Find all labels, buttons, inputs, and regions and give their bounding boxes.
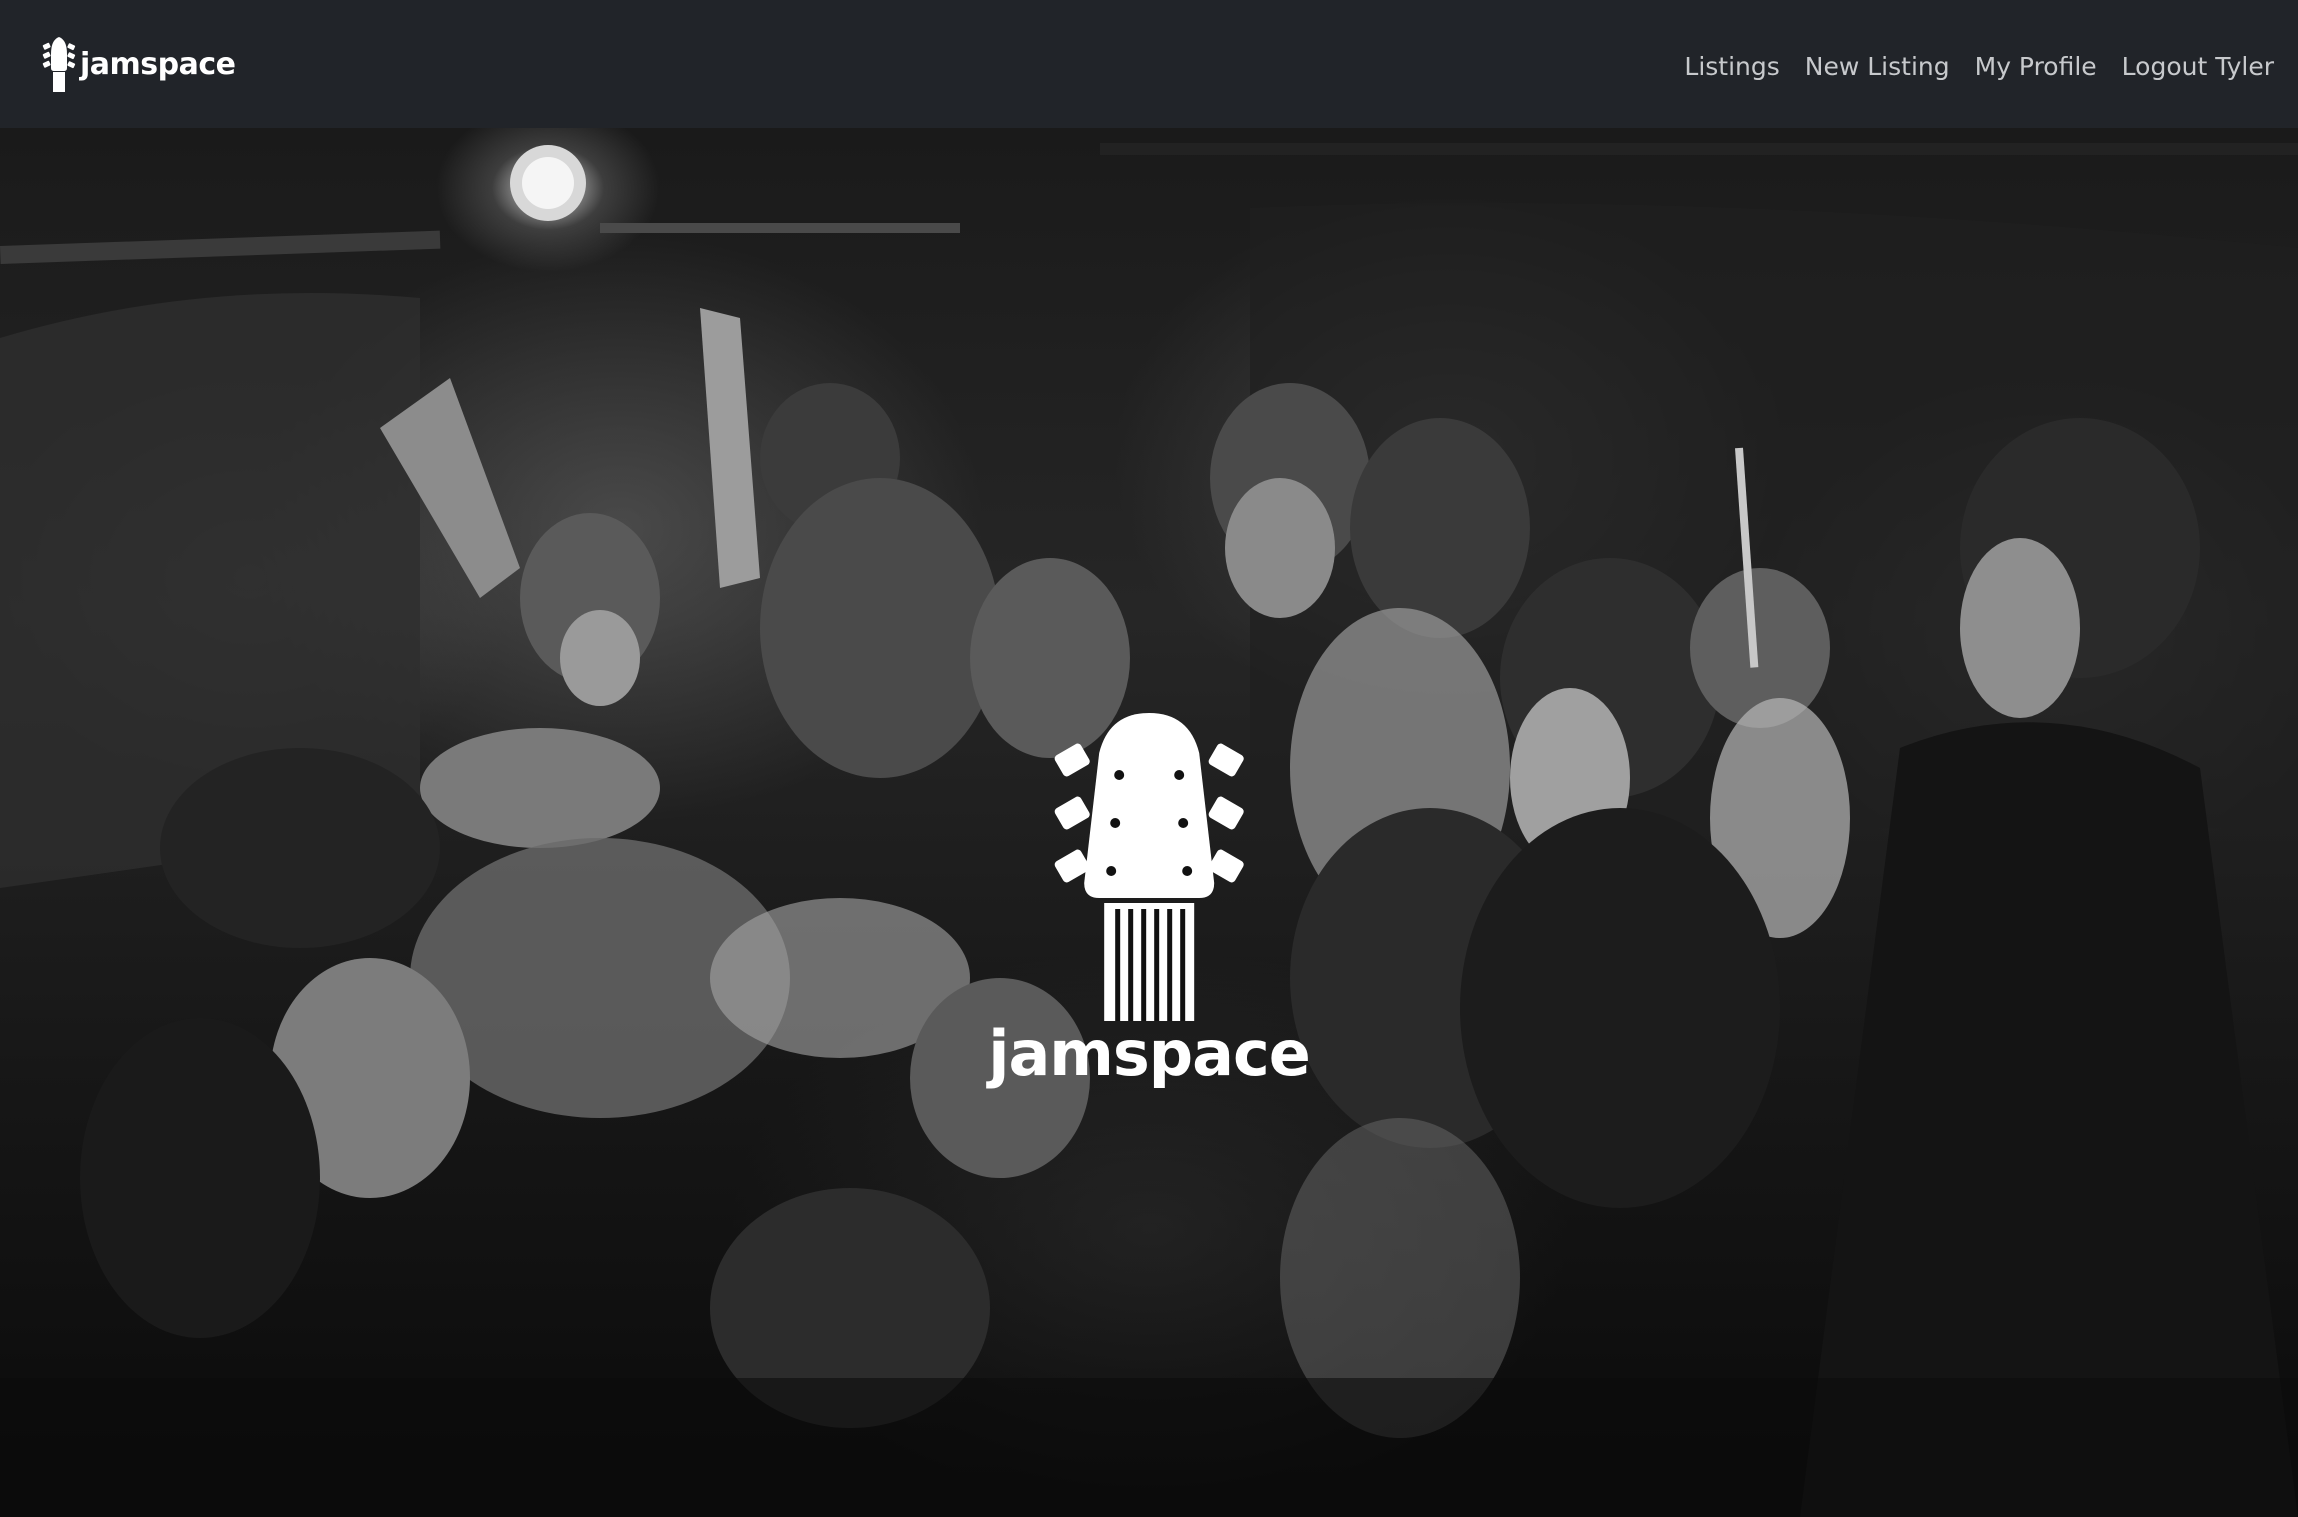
top-navbar: jamspace Listings New Listing My Profile… xyxy=(0,0,2298,128)
nav-link-logout[interactable]: Logout Tyler xyxy=(2122,52,2274,81)
guitar-headstock-icon xyxy=(42,34,76,94)
nav-menu: Listings New Listing My Profile Logout T… xyxy=(1684,52,2274,81)
brand-name: jamspace xyxy=(80,46,236,82)
nav-link-listings[interactable]: Listings xyxy=(1684,52,1779,81)
hero-banner: jamspace xyxy=(0,128,2298,1517)
nav-link-my-profile[interactable]: My Profile xyxy=(1975,52,2097,81)
hero-logo-text: jamspace xyxy=(988,1017,1311,1090)
nav-link-new-listing[interactable]: New Listing xyxy=(1805,52,1950,81)
brand-link[interactable]: jamspace xyxy=(42,34,236,94)
guitar-headstock-icon xyxy=(1049,713,1249,1027)
hero-logo: jamspace xyxy=(988,713,1311,1090)
